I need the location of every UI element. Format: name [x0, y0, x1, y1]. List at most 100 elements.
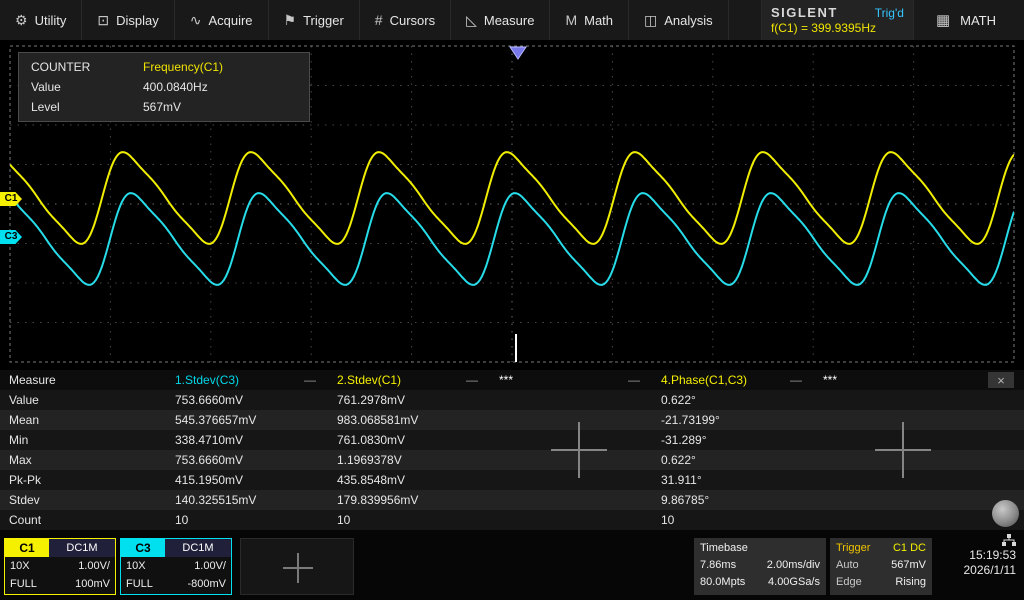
timebase-delay: 7.86ms [700, 557, 736, 574]
menu-item-label: Analysis [664, 13, 712, 28]
trigger-title: Trigger [836, 540, 870, 557]
menu-item-label: Trigger [303, 13, 344, 28]
measure-cell [492, 510, 654, 530]
menu-item-label: Measure [484, 13, 535, 28]
measure-row-max: Max753.6660mV1.1969378V 0.622° [0, 450, 1024, 470]
measure-cell: 0.622° [654, 390, 816, 410]
measure-cell: 31.911° [654, 470, 816, 490]
status-bar: C1 DC1M 10X 1.00V/ FULL 100mV C3 DC1M 10… [0, 530, 1024, 600]
measure-row-label: Mean [0, 410, 168, 430]
measure-column-header-5[interactable]: *** [816, 370, 978, 390]
analysis-icon: ◫ [644, 12, 657, 29]
measure-icon: ◺ [466, 12, 477, 29]
measure-row-pk-pk: Pk-Pk415.1950mV435.8548mV31.911° [0, 470, 1024, 490]
channel-box-c1[interactable]: C1 DC1M 10X 1.00V/ FULL 100mV [4, 538, 116, 595]
measure-cell: 10 [168, 510, 330, 530]
trigger-source: C1 DC [893, 540, 926, 557]
measure-cell: 9.86785° [654, 490, 816, 510]
waveform-c1[interactable] [10, 152, 1014, 244]
brand-logo: SIGLENT [771, 5, 838, 20]
trig-status-badge: Trig'd [875, 6, 904, 20]
collapse-measure-icon[interactable]: — [466, 370, 478, 390]
measure-column-label: 2.Stdev(C1) [337, 370, 401, 390]
menu-item-analysis[interactable]: ◫ Analysis [629, 0, 729, 40]
menu-item-cursors[interactable]: # Cursors [360, 0, 451, 40]
menu-item-label: Math [584, 13, 613, 28]
measure-row-stdev: Stdev140.325515mV179.839956mV9.86785° [0, 490, 1024, 510]
measure-table: Measure1.Stdev(C3)—2.Stdev(C1)—***—4.Pha… [0, 370, 1024, 530]
trigger-flag-icon: ⚑ [284, 12, 297, 29]
measure-row-min: Min338.4710mV761.0830mV-31.289° [0, 430, 1024, 450]
measure-cell: 1.1969378V [330, 450, 492, 470]
menu-bar: ⚙Utility⊡Display ∿ Acquire ⚑ Trigger # Cursors… [0, 0, 1024, 42]
timebase-scale: 2.00ms/div [767, 557, 820, 574]
add-measurement-plus-icon-2[interactable] [875, 422, 931, 478]
counter-value: 400.0840Hz [143, 78, 297, 96]
clock-time: 15:19:53 [969, 548, 1016, 562]
measure-cell: 10 [330, 510, 492, 530]
frequency-readout: f(C1) = 399.9395Hz [771, 21, 904, 35]
counter-title: COUNTER [31, 58, 143, 76]
measure-cell: 435.8548mV [330, 470, 492, 490]
collapse-measure-icon[interactable]: — [628, 370, 640, 390]
measure-row-label: Count [0, 510, 168, 530]
trigger-level: 567mV [891, 557, 926, 574]
display-icon: ⊡ [97, 12, 109, 29]
menu-item-label: Acquire [208, 13, 252, 28]
measure-table-corner-label: Measure [0, 370, 168, 390]
trigger-status-panel[interactable]: SIGLENT Trig'd f(C1) = 399.9395Hz [761, 0, 913, 40]
counter-measure-label: Frequency(C1) [143, 58, 297, 76]
notification-ball-icon[interactable] [992, 500, 1019, 527]
measure-cell [816, 510, 978, 530]
menu-item-math[interactable]: MMath [550, 0, 629, 40]
channel-c3-atten: 10X [126, 557, 146, 575]
measure-row-label: Max [0, 450, 168, 470]
collapse-measure-icon[interactable]: — [304, 370, 316, 390]
measure-cell [492, 390, 654, 410]
cursors-icon: # [375, 12, 383, 28]
measure-table-header-row: Measure1.Stdev(C3)—2.Stdev(C1)—***—4.Pha… [0, 370, 1024, 390]
measure-column-header-2[interactable]: 2.Stdev(C1) — [330, 370, 492, 390]
menu-item-trigger[interactable]: ⚑ Trigger [269, 0, 360, 40]
channel-c1-coupling: DC1M [49, 539, 115, 557]
collapse-measure-icon[interactable]: — [790, 370, 802, 390]
clock-panel: 15:19:53 2026/1/11 [964, 534, 1017, 577]
menu-item-label: Cursors [390, 13, 436, 28]
measure-column-label: *** [823, 370, 837, 390]
add-measurement-plus-icon[interactable] [551, 422, 607, 478]
timebase-box[interactable]: Timebase 7.86ms 2.00ms/div 80.0Mpts 4.00… [694, 538, 826, 595]
measure-table-close-button[interactable]: × [988, 372, 1014, 388]
measure-column-header-1[interactable]: 1.Stdev(C3)— [168, 370, 330, 390]
waveform-display[interactable]: COUNTER Frequency(C1) Value 400.0840Hz L… [0, 42, 1024, 366]
measure-row-value: Value753.6660mV761.2978mV0.622° [0, 390, 1024, 410]
measure-row-label: Min [0, 430, 168, 450]
measure-row-mean: Mean545.376657mV983.068581mV-21.73199° [0, 410, 1024, 430]
measure-cell: 0.622° [654, 450, 816, 470]
trigger-mode: Auto [836, 557, 859, 574]
acquire-icon: ∿ [190, 12, 202, 29]
channel-c3-bandwidth: FULL [126, 575, 153, 593]
measure-column-header-4[interactable]: 4.Phase(C1,C3)— [654, 370, 816, 390]
network-icon [1002, 534, 1016, 547]
measure-cell: 761.0830mV [330, 430, 492, 450]
measure-cell: 753.6660mV [168, 450, 330, 470]
measure-cell: -21.73199° [654, 410, 816, 430]
channel-box-c3[interactable]: C3 DC1M 10X 1.00V/ FULL -800mV [120, 538, 232, 595]
channel-c3-offset: -800mV [187, 575, 226, 593]
menu-item-acquire[interactable]: ∿ Acquire [175, 0, 269, 40]
counter-overlay: COUNTER Frequency(C1) Value 400.0840Hz L… [18, 52, 310, 122]
measure-cell: 179.839956mV [330, 490, 492, 510]
menu-item-display[interactable]: ⊡Display [82, 0, 174, 40]
math-right-label: MATH [960, 13, 996, 28]
menu-item-math-right[interactable]: ▦ MATH [913, 0, 1024, 40]
measure-cell [492, 490, 654, 510]
brand-row: SIGLENT Trig'd [771, 5, 904, 20]
measure-column-header-3[interactable]: ***— [492, 370, 654, 390]
add-channel-button[interactable] [240, 538, 354, 595]
trigger-box[interactable]: Trigger C1 DC Auto 567mV Edge Rising [830, 538, 932, 595]
trigger-position-marker[interactable] [510, 47, 526, 59]
counter-level-label: Level [31, 98, 143, 116]
menu-item-utility[interactable]: ⚙Utility [0, 0, 82, 40]
menu-item-measure[interactable]: ◺ Measure [451, 0, 550, 40]
channel-c3-name: C3 [121, 539, 165, 557]
